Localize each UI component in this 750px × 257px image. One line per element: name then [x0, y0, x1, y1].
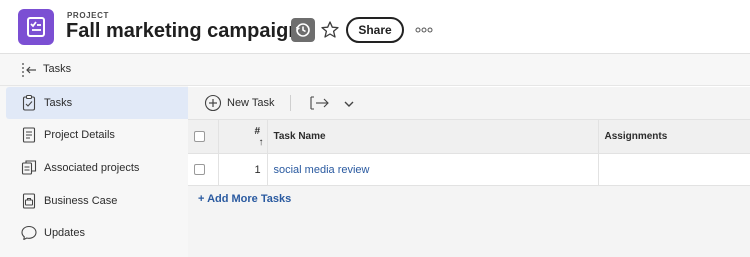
sidebar-item-associated-projects[interactable]: Associated projects — [6, 152, 188, 184]
history-icon — [295, 23, 310, 37]
export-dropdown-button[interactable] — [343, 97, 355, 109]
document-icon — [20, 126, 38, 144]
select-all-checkbox[interactable] — [194, 130, 205, 142]
assignments-cell[interactable] — [598, 153, 750, 186]
add-circle-icon — [204, 94, 222, 112]
project-tasks-icon — [18, 9, 54, 45]
sidebar-item-label: Updates — [44, 227, 85, 239]
export-arrow-icon — [310, 96, 329, 110]
sort-ascending-icon: ↑ — [258, 136, 264, 148]
task-name-cell: social media review — [267, 153, 599, 186]
table-row[interactable]: 1 social media review — [188, 153, 750, 186]
toolbar-divider — [290, 95, 291, 111]
project-sidebar: Tasks Tasks Project Details Associated p… — [0, 54, 750, 257]
sidebar-collapse-row[interactable]: Tasks — [0, 54, 750, 86]
new-task-label: New Task — [227, 97, 275, 109]
more-options-button[interactable] — [414, 22, 434, 38]
more-horizontal-icon — [415, 27, 433, 33]
tasks-main-panel: New Task # ↑ Task Name Assignments 1 soc… — [188, 87, 750, 257]
project-type-label: PROJECT — [67, 11, 109, 20]
sidebar-item-updates[interactable]: Updates — [6, 217, 188, 249]
collapse-sidebar-icon[interactable] — [20, 61, 38, 84]
sidebar-item-label: Business Case — [44, 195, 118, 207]
sidebar-item-label: Project Details — [44, 129, 115, 141]
task-name-link[interactable]: social media review — [274, 164, 370, 176]
export-button[interactable] — [309, 94, 331, 112]
row-select-cell — [188, 153, 219, 186]
sidebar-item-project-details[interactable]: Project Details — [6, 119, 188, 151]
column-header-label: # — [254, 125, 261, 137]
sidebar-back-label: Tasks — [43, 63, 72, 75]
page-title: Fall marketing campaign — [66, 20, 301, 42]
column-header-assignments[interactable]: Assignments — [598, 119, 750, 154]
new-task-button[interactable]: New Task — [204, 93, 274, 113]
share-button[interactable]: Share — [346, 17, 404, 43]
project-header: PROJECT Fall marketing campaign Share — [0, 0, 750, 54]
briefcase-document-icon — [20, 192, 38, 210]
clipboard-check-icon — [20, 94, 38, 112]
sidebar-item-label: Associated projects — [44, 162, 140, 174]
table-header-row: # ↑ Task Name Assignments — [188, 119, 750, 154]
sidebar-item-business-case[interactable]: Business Case — [6, 185, 188, 217]
tasks-table: # ↑ Task Name Assignments 1 social media… — [188, 119, 750, 186]
linked-projects-icon — [20, 159, 38, 177]
sidebar-item-tasks[interactable]: Tasks — [6, 87, 188, 119]
row-number-cell: 1 — [218, 153, 268, 186]
sidebar-item-label: Tasks — [44, 97, 73, 109]
tasks-toolbar: New Task — [188, 87, 750, 119]
column-header-task-name[interactable]: Task Name — [267, 119, 599, 154]
chevron-down-icon — [344, 101, 354, 107]
star-icon — [321, 21, 339, 38]
add-more-tasks-link[interactable]: + Add More Tasks — [198, 193, 291, 205]
column-header-number[interactable]: # ↑ — [218, 119, 268, 154]
favorite-star-button[interactable] — [319, 19, 341, 41]
row-checkbox[interactable] — [194, 164, 205, 176]
select-all-cell — [188, 119, 219, 154]
history-button[interactable] — [291, 18, 315, 42]
chat-bubble-icon — [20, 224, 38, 242]
